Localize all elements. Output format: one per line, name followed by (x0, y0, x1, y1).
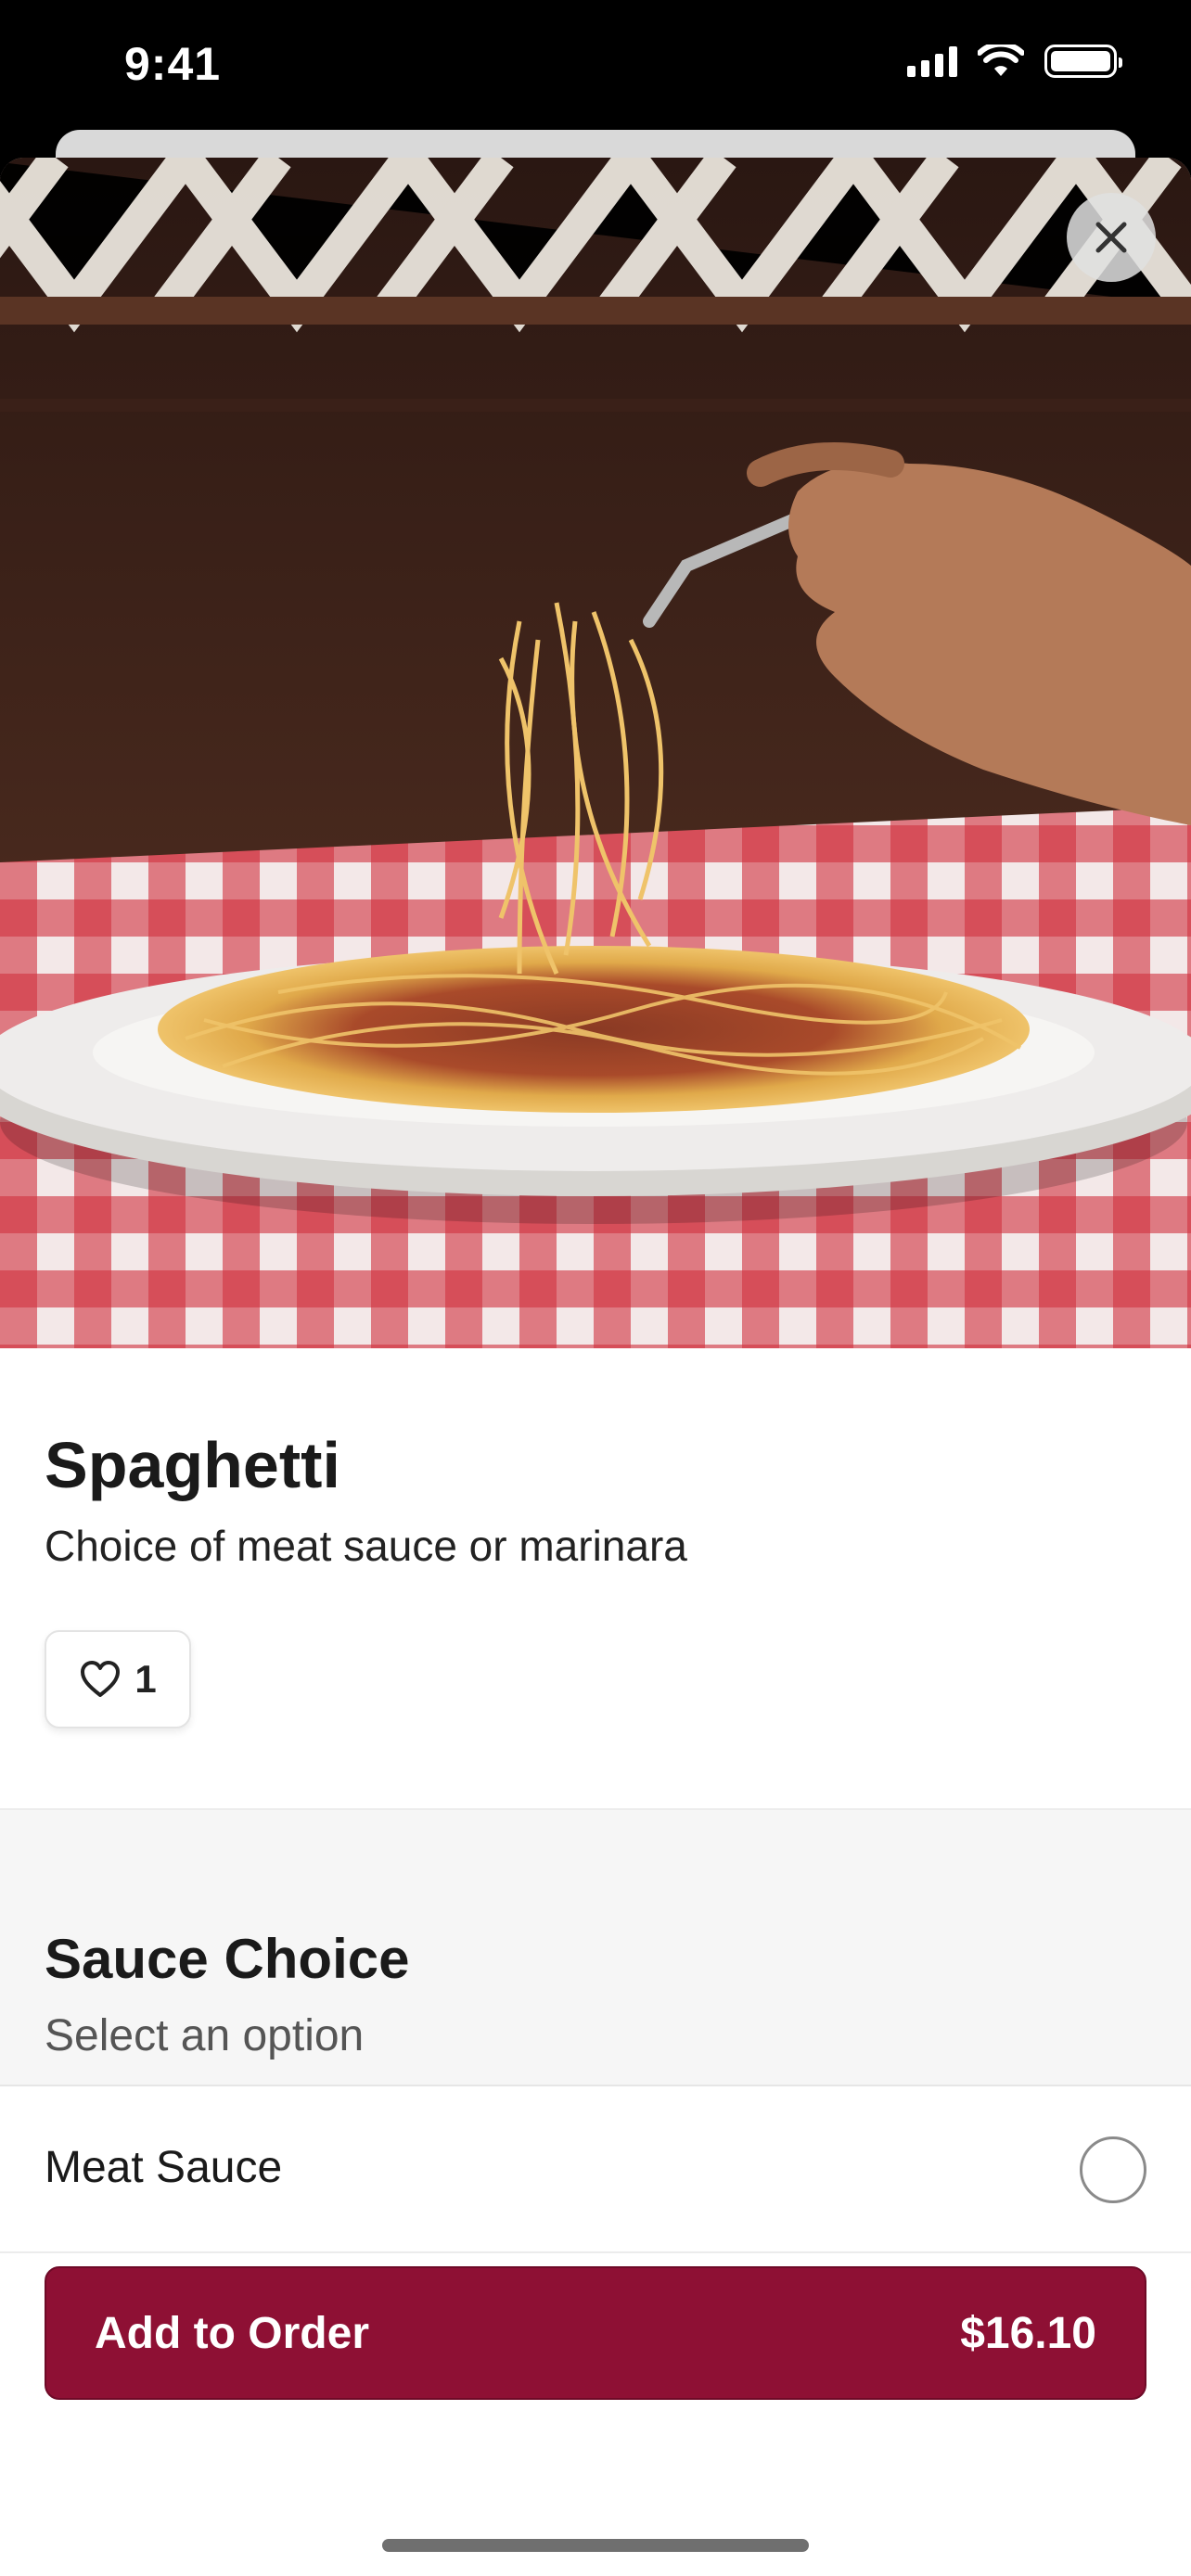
home-indicator[interactable] (382, 2539, 809, 2552)
radio-button[interactable] (1080, 2136, 1146, 2203)
like-count: 1 (134, 1657, 157, 1701)
battery-icon (1044, 45, 1122, 78)
add-to-order-button[interactable]: Add to Order $16.10 (45, 2266, 1146, 2400)
add-to-order-label: Add to Order (95, 2308, 369, 2358)
option-label: Meat Sauce (45, 2143, 283, 2192)
status-time: 9:41 (124, 38, 222, 90)
close-button[interactable] (1067, 193, 1156, 282)
item-title: Spaghetti (45, 1429, 340, 1501)
heart-icon (81, 1661, 121, 1697)
close-icon (1095, 222, 1127, 253)
hero-image (0, 158, 1191, 1348)
status-bar: 9:41 (0, 0, 1191, 130)
option-group-subtitle: Select an option (45, 2011, 365, 2060)
option-group-title: Sauce Choice (45, 1928, 410, 1990)
item-sheet: Spaghetti Choice of meat sauce or marina… (0, 158, 1191, 2576)
item-description: Choice of meat sauce or marinara (45, 1522, 687, 1570)
item-info: Spaghetti Choice of meat sauce or marina… (0, 1348, 1191, 1810)
screen: 9:41 Spaghetti Choice of meat sauce or m… (0, 0, 1191, 2576)
signal-icon (907, 45, 957, 77)
sauce-choice-section: Sauce Choice Select an option (0, 1810, 1191, 2086)
status-icons (907, 45, 1122, 78)
add-to-order-price: $16.10 (960, 2308, 1096, 2358)
wifi-icon (978, 45, 1024, 76)
like-button[interactable]: 1 (45, 1630, 191, 1728)
footer: Add to Order $16.10 (0, 2253, 1191, 2576)
option-row-meat-sauce[interactable]: Meat Sauce (0, 2086, 1191, 2253)
